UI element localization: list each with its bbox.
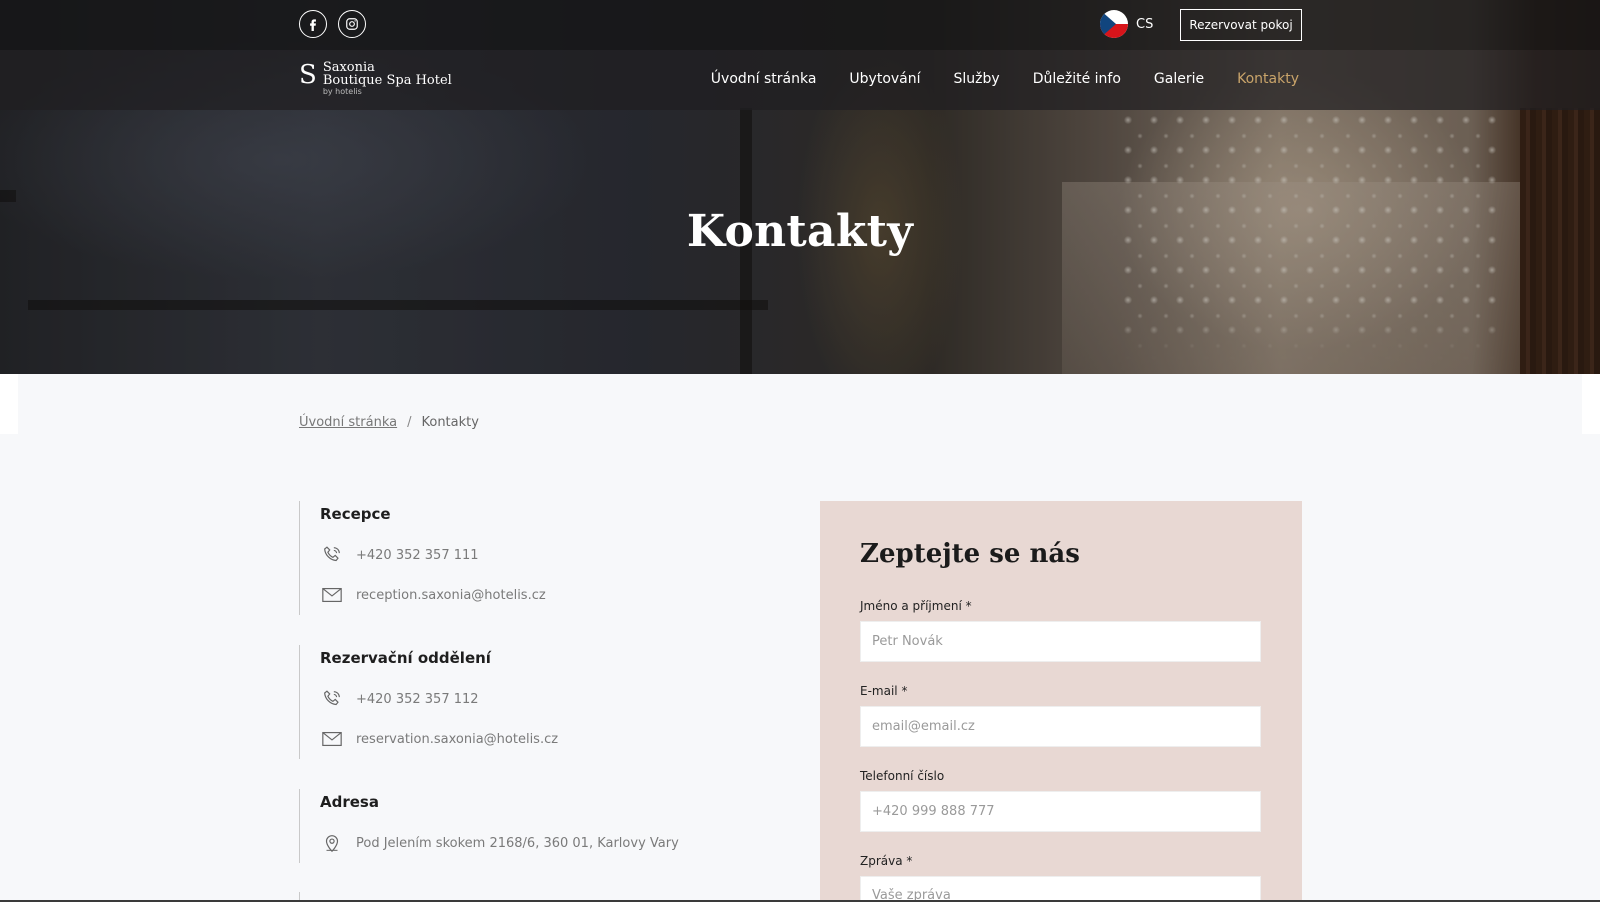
phone-icon (320, 544, 344, 566)
breadcrumb-home-link[interactable]: Úvodní stránka (299, 415, 397, 430)
page-title: Kontakty (686, 206, 914, 257)
form-title: Zeptejte se nás (860, 539, 1080, 569)
contact-block-reservation: Rezervační oddělení +420 352 357 112 res… (299, 645, 558, 759)
contact-form: Zeptejte se nás Jméno a příjmení * E-mai… (820, 501, 1302, 902)
mail-icon (320, 728, 344, 750)
contact-block-address: Adresa Pod Jelením skokem 2168/6, 360 01… (299, 789, 679, 863)
nav-item-contacts[interactable]: Kontakty (1237, 71, 1299, 87)
main-nav: Úvodní stránka Ubytování Služby Důležité… (711, 71, 1299, 87)
contact-address-value: Pod Jelením skokem 2168/6, 360 01, Karlo… (356, 835, 679, 851)
phone-input[interactable] (860, 791, 1261, 832)
contact-title-address: Adresa (320, 793, 379, 811)
facebook-link[interactable] (299, 10, 327, 38)
contact-email-row[interactable]: reception.saxonia@hotelis.cz (320, 575, 546, 615)
contact-title-reservation: Rezervační oddělení (320, 649, 491, 667)
facebook-icon (310, 19, 316, 31)
breadcrumb-separator: / (407, 415, 412, 430)
breadcrumb-strip (18, 374, 1582, 434)
instagram-icon (346, 18, 358, 30)
phone-icon (320, 688, 344, 710)
language-switcher[interactable]: CS (1100, 10, 1153, 38)
nav-item-services[interactable]: Služby (954, 71, 1000, 87)
contact-phone-reception: +420 352 357 111 (356, 547, 479, 563)
nav-item-gallery[interactable]: Galerie (1154, 71, 1204, 87)
email-label: E-mail * (860, 684, 908, 698)
location-pin-icon (320, 832, 344, 854)
name-input[interactable] (860, 621, 1261, 662)
language-code: CS (1136, 16, 1154, 32)
breadcrumb-current: Kontakty (421, 415, 479, 430)
contact-email-row[interactable]: reservation.saxonia@hotelis.cz (320, 719, 558, 759)
contact-phone-row[interactable]: +420 352 357 111 (320, 535, 546, 575)
message-label: Zpráva * (860, 854, 913, 868)
logo-sub: by hotelis (322, 87, 362, 96)
email-input[interactable] (860, 706, 1261, 747)
czech-flag-icon (1100, 10, 1128, 38)
contact-phone-row[interactable]: +420 352 357 112 (320, 679, 558, 719)
contact-email-reception: reception.saxonia@hotelis.cz (356, 587, 546, 603)
message-input[interactable] (860, 876, 1261, 902)
instagram-link[interactable] (338, 10, 366, 38)
nav-item-important-info[interactable]: Důležité info (1033, 71, 1121, 87)
contact-address-row: Pod Jelením skokem 2168/6, 360 01, Karlo… (320, 823, 679, 863)
contact-block-reception: Recepce +420 352 357 111 reception.saxon… (299, 501, 546, 615)
top-bar (0, 0, 1600, 50)
phone-label: Telefonní číslo (860, 769, 945, 783)
contact-phone-reservation: +420 352 357 112 (356, 691, 479, 707)
name-label: Jméno a příjmení * (860, 599, 972, 613)
logo-s-icon: S (299, 60, 317, 90)
logo-line2: Boutique Spa Hotel (322, 73, 452, 88)
book-room-button[interactable]: Rezervovat pokoj (1180, 9, 1302, 41)
nav-item-home[interactable]: Úvodní stránka (711, 71, 817, 87)
contact-title-reception: Recepce (320, 505, 391, 523)
hotel-logo[interactable]: S Saxonia Boutique Spa Hotel by hotelis (299, 61, 452, 97)
nav-item-accommodation[interactable]: Ubytování (849, 71, 920, 87)
breadcrumb: Úvodní stránka / Kontakty (299, 415, 479, 430)
mail-icon (320, 584, 344, 606)
contact-email-reservation: reservation.saxonia@hotelis.cz (356, 731, 559, 747)
